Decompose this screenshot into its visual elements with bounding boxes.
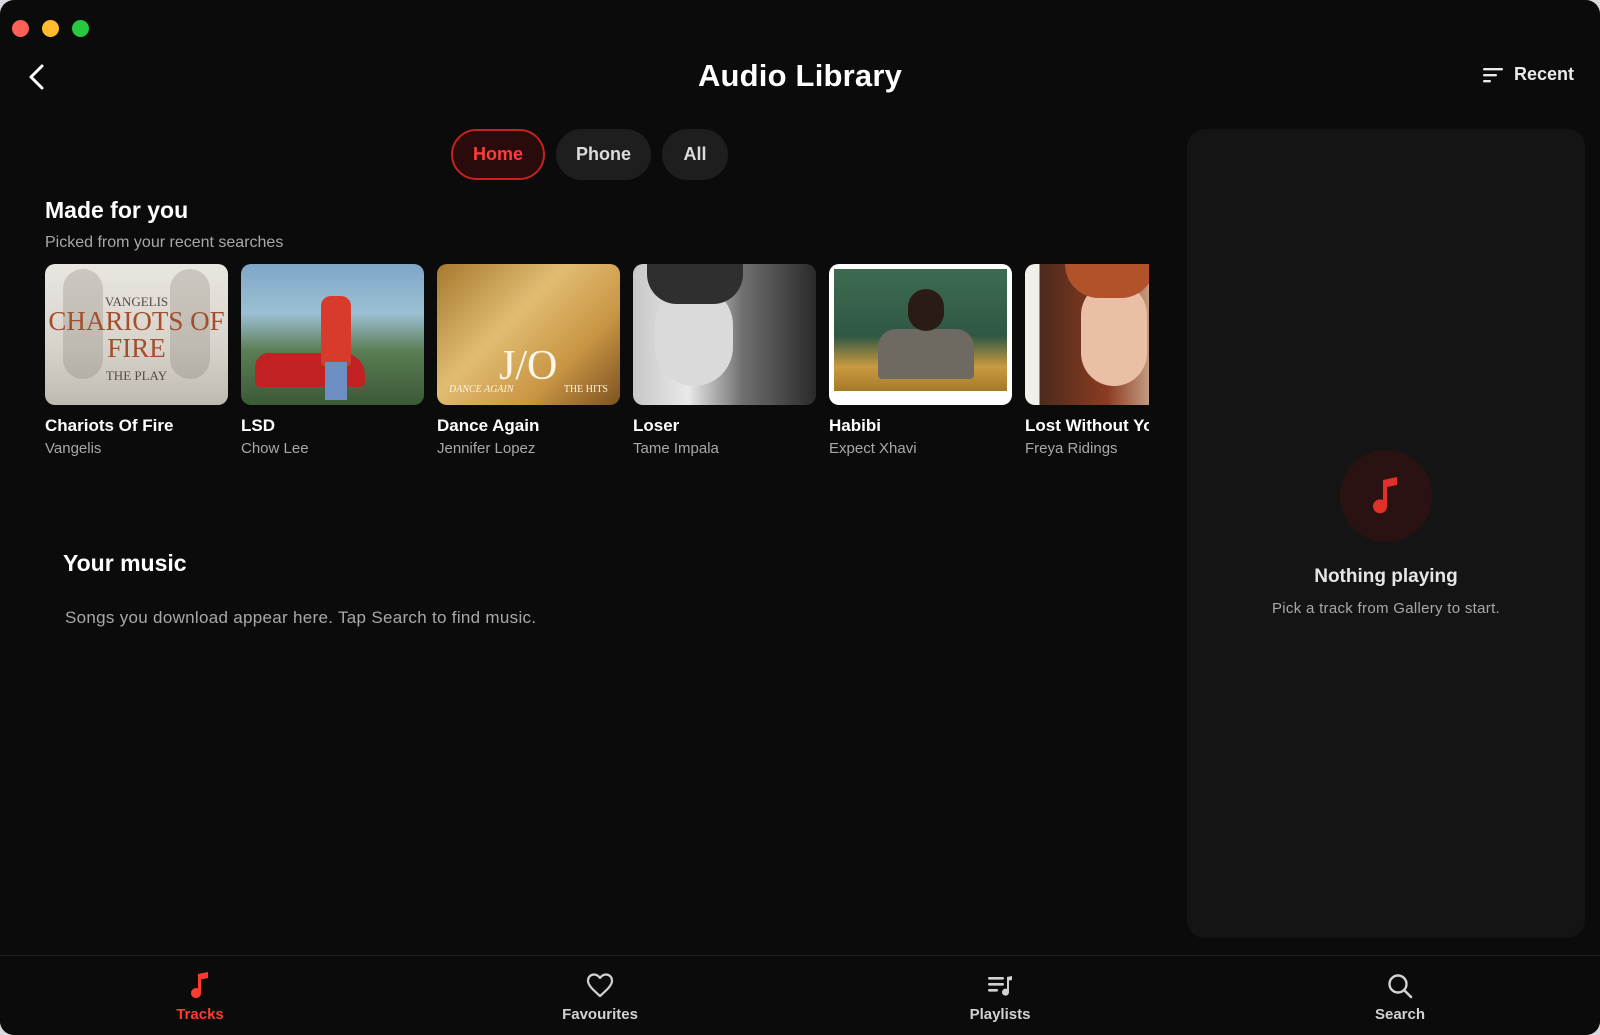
- album-title: Chariots Of Fire: [45, 416, 174, 435]
- close-window-button[interactable]: [12, 20, 29, 37]
- album-card-dance-again[interactable]: J/O DANCE AGAIN THE HITS Dance Again Jen…: [437, 264, 620, 464]
- nav-favourites[interactable]: Favourites: [400, 956, 800, 1035]
- album-artist: Expect Xhavi: [829, 440, 917, 457]
- album-cover-text: CHARIOTS OF FIRE: [48, 306, 225, 363]
- source-tabs: Home Phone All: [451, 129, 728, 180]
- album-cover: [633, 264, 816, 405]
- sort-button[interactable]: Recent: [1482, 64, 1574, 85]
- nav-label: Tracks: [176, 1006, 224, 1023]
- album-cover-text: THE HITS: [563, 384, 608, 395]
- album-title: Lost Without You: [1025, 416, 1149, 435]
- album-cover: [241, 264, 424, 405]
- minimize-window-button[interactable]: [42, 20, 59, 37]
- window-controls: [12, 20, 89, 37]
- album-cover: [829, 264, 1012, 405]
- back-button[interactable]: [24, 62, 50, 92]
- album-artist: Chow Lee: [241, 440, 309, 457]
- sort-label: Recent: [1513, 64, 1574, 84]
- zoom-window-button[interactable]: [72, 20, 89, 37]
- tab-home[interactable]: Home: [451, 129, 545, 180]
- album-artist: Freya Ridings: [1025, 440, 1118, 457]
- made-for-you-carousel[interactable]: VANGELIS CHARIOTS OF FIRE THE PLAY Chari…: [45, 264, 1149, 464]
- album-title: Habibi: [829, 416, 881, 435]
- made-for-you-heading: Made for you: [45, 197, 189, 223]
- album-cover: [1025, 264, 1149, 405]
- album-card-habibi[interactable]: Habibi Expect Xhavi: [829, 264, 1012, 464]
- music-note-icon: [1373, 477, 1397, 514]
- chevron-left-icon: [29, 64, 44, 90]
- your-music-empty-state: Songs you download appear here. Tap Sear…: [65, 608, 537, 627]
- nav-search[interactable]: Search: [1200, 956, 1600, 1035]
- now-playing-title: Nothing playing: [1314, 566, 1458, 587]
- album-card-loser[interactable]: Loser Tame Impala: [633, 264, 816, 464]
- album-artist: Jennifer Lopez: [437, 440, 536, 457]
- app-window: Audio Library Recent Home Phone All Made…: [0, 0, 1600, 1035]
- album-cover-text: THE PLAY: [105, 368, 168, 383]
- album-artist: Vangelis: [45, 440, 102, 457]
- nav-label: Search: [1374, 1006, 1426, 1023]
- sort-icon: [1482, 67, 1503, 82]
- page-title: Audio Library: [697, 58, 903, 93]
- album-cover-text: J/O: [499, 343, 558, 389]
- album-cover: VANGELIS CHARIOTS OF FIRE THE PLAY: [45, 264, 228, 405]
- now-playing-subtitle: Pick a track from Gallery to start.: [1271, 600, 1501, 617]
- album-card-lsd[interactable]: LSD Chow Lee: [241, 264, 424, 464]
- album-artist: Tame Impala: [633, 440, 719, 457]
- album-title: LSD: [241, 416, 275, 435]
- album-card-lost-without-you[interactable]: Lost Without You Freya Ridings: [1025, 264, 1149, 464]
- album-cover: J/O DANCE AGAIN THE HITS: [437, 264, 620, 405]
- search-icon: [1388, 974, 1413, 999]
- album-cover-text: DANCE AGAIN: [449, 384, 514, 395]
- album-title: Loser: [633, 416, 680, 435]
- bottom-nav-bar: Tracks Favourites Playlists Search: [0, 955, 1600, 1035]
- nav-label: Playlists: [969, 1006, 1031, 1023]
- nav-playlists[interactable]: Playlists: [800, 956, 1200, 1035]
- your-music-heading: Your music: [63, 550, 187, 576]
- playlist-icon: [988, 976, 1012, 996]
- tab-phone[interactable]: Phone: [556, 129, 651, 180]
- tab-all[interactable]: All: [662, 129, 728, 180]
- music-note-icon: [191, 972, 208, 999]
- nav-label: Favourites: [562, 1006, 638, 1023]
- now-playing-artwork: [1340, 450, 1432, 542]
- made-for-you-subtitle: Picked from your recent searches: [45, 234, 284, 251]
- heart-icon: [586, 973, 614, 998]
- album-title: Dance Again: [437, 416, 540, 435]
- album-card-chariots-of-fire[interactable]: VANGELIS CHARIOTS OF FIRE THE PLAY Chari…: [45, 264, 228, 464]
- nav-tracks[interactable]: Tracks: [0, 956, 400, 1035]
- now-playing-panel: Nothing playing Pick a track from Galler…: [1187, 129, 1585, 938]
